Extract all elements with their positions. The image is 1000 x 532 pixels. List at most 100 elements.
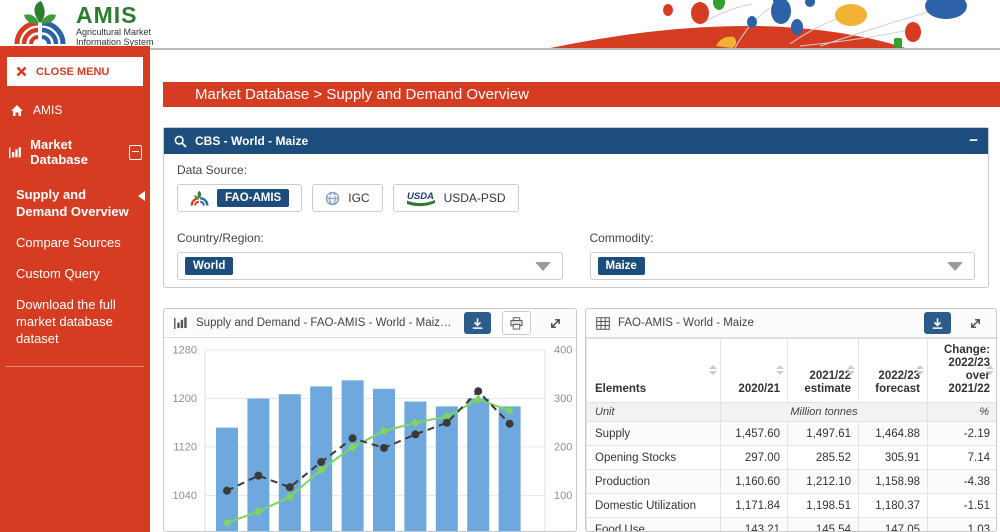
sidebar-item-label: AMIS xyxy=(33,103,62,117)
value-cell: 305.91 xyxy=(859,446,928,470)
sidebar-item-download-dataset[interactable]: Download the full market database datase… xyxy=(0,289,150,354)
element-name-cell: Domestic Utilization xyxy=(587,494,721,518)
chart-panel-title: Supply and Demand - FAO-AMIS - World - M… xyxy=(196,317,456,329)
element-name-cell: Production xyxy=(587,470,721,494)
value-cell: 7.14 xyxy=(928,446,998,470)
table-panel-title: FAO-AMIS - World - Maize xyxy=(618,317,916,329)
table-panel: FAO-AMIS - World - Maize Elements2020/21… xyxy=(585,308,997,532)
unit-label-cell: Unit xyxy=(587,403,721,422)
table-row: Food Use143.21145.54147.051.03 xyxy=(587,518,998,532)
dashed-line-marker xyxy=(223,487,231,495)
sidebar-item-amis[interactable]: AMIS xyxy=(0,94,150,126)
decorative-banner xyxy=(540,0,1000,48)
chevron-down-icon xyxy=(947,262,963,271)
country-region-select[interactable]: World xyxy=(177,252,563,280)
expand-icon xyxy=(969,317,982,330)
unit-change-cell: % xyxy=(928,403,998,422)
left-axis-tick-label: 1120 xyxy=(173,442,197,454)
bar xyxy=(467,399,489,532)
filter-panel-body: Data Source: FAO-AMIS xyxy=(164,154,988,280)
left-axis-tick-label: 1200 xyxy=(173,393,197,405)
column-header[interactable]: 2020/21 xyxy=(721,339,788,403)
amis-market-database-page: AMIS Agricultural Market Information Sys… xyxy=(0,0,1000,532)
sidebar-item-market-database[interactable]: Market Database xyxy=(0,126,150,177)
logo-title: AMIS xyxy=(76,3,154,27)
table-row: Domestic Utilization1,171.841,198.511,18… xyxy=(587,494,998,518)
value-cell: 297.00 xyxy=(721,446,788,470)
bar xyxy=(373,389,395,532)
country-selected-badge: World xyxy=(185,257,233,275)
source-selected-badge: FAO-AMIS xyxy=(217,189,289,207)
download-table-button[interactable] xyxy=(924,312,951,334)
usda-logo-icon: USDA xyxy=(406,190,436,207)
collapse-section-icon[interactable] xyxy=(129,145,142,160)
dashed-line-marker xyxy=(506,420,514,428)
table-body: Supply1,457.601,497.611,464.88-2.19Openi… xyxy=(587,422,998,532)
source-button-fao-amis[interactable]: FAO-AMIS xyxy=(177,184,302,212)
left-axis-tick-label: 1040 xyxy=(173,490,197,502)
unit-row: Unit Million tonnes % xyxy=(587,403,998,422)
collapse-panel-icon[interactable]: − xyxy=(969,134,978,148)
value-cell: 1,160.60 xyxy=(721,470,788,494)
dashed-line-marker xyxy=(474,387,482,395)
element-name-cell: Opening Stocks xyxy=(587,446,721,470)
dashed-line-marker xyxy=(349,434,357,442)
active-item-arrow-icon xyxy=(138,191,145,201)
logo-subtitle-1: Agricultural Market xyxy=(76,27,154,37)
download-icon xyxy=(931,317,944,330)
source-button-usda-psd[interactable]: USDA USDA-PSD xyxy=(393,184,519,212)
dashed-line-marker xyxy=(286,483,294,491)
amis-logo[interactable]: AMIS Agricultural Market Information Sys… xyxy=(12,1,154,47)
filter-panel: CBS - World - Maize − Data Source: FAO-A… xyxy=(163,127,989,288)
unit-value-cell: Million tonnes xyxy=(721,403,928,422)
bar xyxy=(279,394,301,532)
column-header[interactable]: Change:2022/23over2021/22 xyxy=(928,339,998,403)
value-cell: 1,497.61 xyxy=(788,422,859,446)
column-header[interactable]: 2021/22estimate xyxy=(788,339,859,403)
sort-icon[interactable] xyxy=(916,365,924,375)
download-icon xyxy=(471,317,484,330)
dashed-line-marker xyxy=(380,444,388,452)
sidebar-item-compare-sources[interactable]: Compare Sources xyxy=(0,227,150,258)
source-label: USDA-PSD xyxy=(444,191,506,205)
country-region-label: Country/Region: xyxy=(177,231,563,245)
bar-chart-icon xyxy=(9,146,22,159)
right-axis-tick-label: 200 xyxy=(554,442,572,454)
value-cell: -1.51 xyxy=(928,494,998,518)
bar xyxy=(216,428,238,532)
home-icon xyxy=(10,104,24,117)
close-menu-button[interactable]: CLOSE MENU xyxy=(7,57,143,86)
expand-chart-button[interactable] xyxy=(542,312,569,334)
value-cell: 285.52 xyxy=(788,446,859,470)
value-cell: 1,180.37 xyxy=(859,494,928,518)
sidebar-submenu: Supply and Demand Overview Compare Sourc… xyxy=(0,177,150,366)
sidebar-item-custom-query[interactable]: Custom Query xyxy=(0,258,150,289)
printer-icon xyxy=(510,317,523,330)
amis-logo-icon xyxy=(190,190,209,207)
value-cell: -2.19 xyxy=(928,422,998,446)
table-icon xyxy=(596,317,610,330)
download-chart-button[interactable] xyxy=(464,312,491,334)
column-header[interactable]: Elements xyxy=(587,339,721,403)
dashed-line-marker xyxy=(254,472,262,480)
print-chart-button[interactable] xyxy=(502,311,531,335)
sidebar-section-label: Market Database xyxy=(30,137,120,167)
search-icon xyxy=(174,135,187,148)
dashed-line-marker xyxy=(443,419,451,427)
column-header[interactable]: 2022/23forecast xyxy=(859,339,928,403)
sort-icon[interactable] xyxy=(986,365,994,375)
commodity-select[interactable]: Maize xyxy=(590,252,976,280)
sort-icon[interactable] xyxy=(776,365,784,375)
element-name-cell: Food Use xyxy=(587,518,721,532)
supply-demand-chart: 1040100112020012003001280400 xyxy=(164,338,575,532)
value-cell: 145.54 xyxy=(788,518,859,532)
sort-icon[interactable] xyxy=(847,365,855,375)
data-table: Elements2020/212021/22estimate2022/23for… xyxy=(586,338,997,532)
sort-icon[interactable] xyxy=(709,365,717,375)
sidebar-item-label: Supply and Demand Overview xyxy=(16,187,129,219)
source-button-igc[interactable]: IGC xyxy=(312,184,382,212)
sidebar-item-supply-and-demand-overview[interactable]: Supply and Demand Overview xyxy=(0,179,150,227)
expand-table-button[interactable] xyxy=(962,312,989,334)
bar xyxy=(342,380,364,532)
close-icon xyxy=(16,66,27,77)
